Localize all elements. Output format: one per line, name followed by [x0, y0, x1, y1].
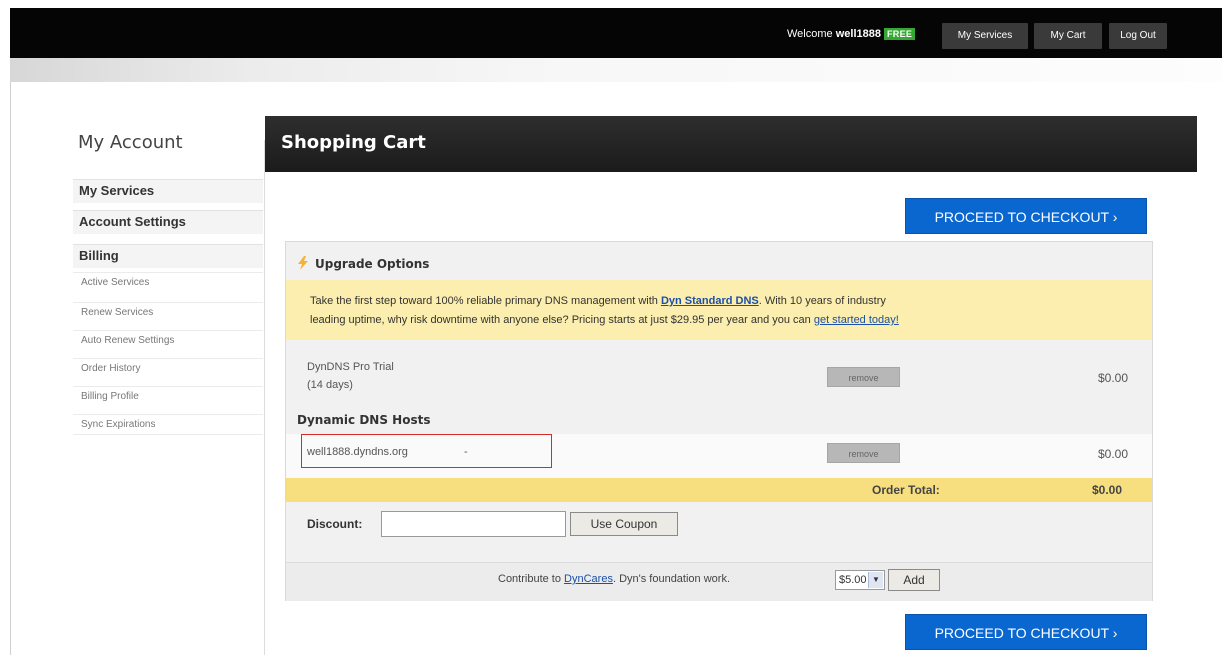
trial-name: DynDNS Pro Trial: [307, 361, 394, 373]
proceed-to-checkout-button-top[interactable]: PROCEED TO CHECKOUT ›: [905, 198, 1147, 234]
upgrade-options-label: Upgrade Options: [315, 257, 430, 271]
promo-text-1: Take the first step toward 100% reliable…: [310, 295, 661, 307]
top-bar: Welcome well1888 FREE My Services My Cart…: [10, 8, 1222, 58]
sidebar-item-my-services[interactable]: My Services: [73, 179, 263, 203]
sidebar-item-sync-expirations[interactable]: Sync Expirations: [73, 414, 263, 435]
contribution-prefix: Contribute to: [498, 573, 565, 585]
order-total-row: [286, 478, 1152, 502]
sidebar-item-auto-renew-settings[interactable]: Auto Renew Settings: [73, 330, 263, 351]
my-cart-button[interactable]: My Cart: [1034, 23, 1102, 49]
add-contribution-button[interactable]: Add: [888, 569, 940, 591]
header-strip: [10, 58, 1222, 82]
order-total-label: Order Total:: [872, 483, 940, 497]
welcome-prefix: Welcome: [787, 28, 833, 40]
host-name: well1888.dyndns.org: [307, 446, 408, 458]
contribution-amount-value: $5.00: [839, 574, 867, 586]
chevron-down-icon[interactable]: ▼: [868, 572, 883, 588]
trial-duration: (14 days): [307, 379, 353, 391]
discount-label: Discount:: [307, 517, 363, 531]
get-started-today-link[interactable]: get started today!: [814, 314, 899, 326]
proceed-to-checkout-button-bottom[interactable]: PROCEED TO CHECKOUT ›: [905, 614, 1147, 650]
promo-text-2: . With 10 years of industry: [758, 295, 886, 307]
remove-trial-button[interactable]: remove: [827, 367, 900, 387]
dynamic-dns-hosts-heading: Dynamic DNS Hosts: [297, 413, 431, 427]
sidebar-item-active-services[interactable]: Active Services: [73, 272, 263, 293]
promo-line-1: Take the first step toward 100% reliable…: [310, 292, 1152, 311]
sidebar-item-order-history[interactable]: Order History: [73, 358, 263, 379]
contribution-suffix: . Dyn's foundation work.: [612, 573, 730, 585]
content-divider: [264, 140, 265, 655]
contribution-text: Contribute to DynCares. Dyn's foundation…: [498, 573, 730, 585]
page-title: Shopping Cart: [281, 132, 426, 153]
free-badge: FREE: [883, 28, 916, 40]
contribution-amount-select[interactable]: $5.00 ▼: [835, 570, 885, 590]
host-dash: -: [464, 446, 468, 458]
sidebar-item-billing-profile[interactable]: Billing Profile: [73, 386, 263, 407]
upgrade-promo: Take the first step toward 100% reliable…: [286, 280, 1152, 340]
use-coupon-button[interactable]: Use Coupon: [570, 512, 678, 536]
promo-text-3: leading uptime, why risk downtime with a…: [310, 314, 814, 326]
cart-header: Shopping Cart: [265, 116, 1197, 172]
dyn-standard-dns-link[interactable]: Dyn Standard DNS: [661, 295, 759, 307]
sidebar-item-billing[interactable]: Billing: [73, 244, 263, 268]
log-out-button[interactable]: Log Out: [1109, 23, 1167, 49]
sidebar-item-renew-services[interactable]: Renew Services: [73, 302, 263, 323]
welcome-text: Welcome well1888 FREE: [787, 28, 916, 40]
lightning-icon: [298, 256, 308, 270]
trial-price: $0.00: [1098, 371, 1129, 385]
host-price: $0.00: [1098, 447, 1129, 461]
username: well1888: [835, 28, 881, 40]
page-left-border: [10, 82, 11, 655]
dyncares-link[interactable]: DynCares: [564, 573, 613, 585]
sidebar-item-account-settings[interactable]: Account Settings: [73, 210, 263, 234]
upgrade-options-heading: Upgrade Options: [296, 256, 429, 271]
sidebar-title: My Account: [78, 132, 183, 153]
order-total-value: $0.00: [1092, 483, 1123, 497]
remove-host-button[interactable]: remove: [827, 443, 900, 463]
my-services-button[interactable]: My Services: [942, 23, 1028, 49]
discount-input[interactable]: [381, 511, 566, 537]
promo-line-2: leading uptime, why risk downtime with a…: [310, 311, 1152, 330]
